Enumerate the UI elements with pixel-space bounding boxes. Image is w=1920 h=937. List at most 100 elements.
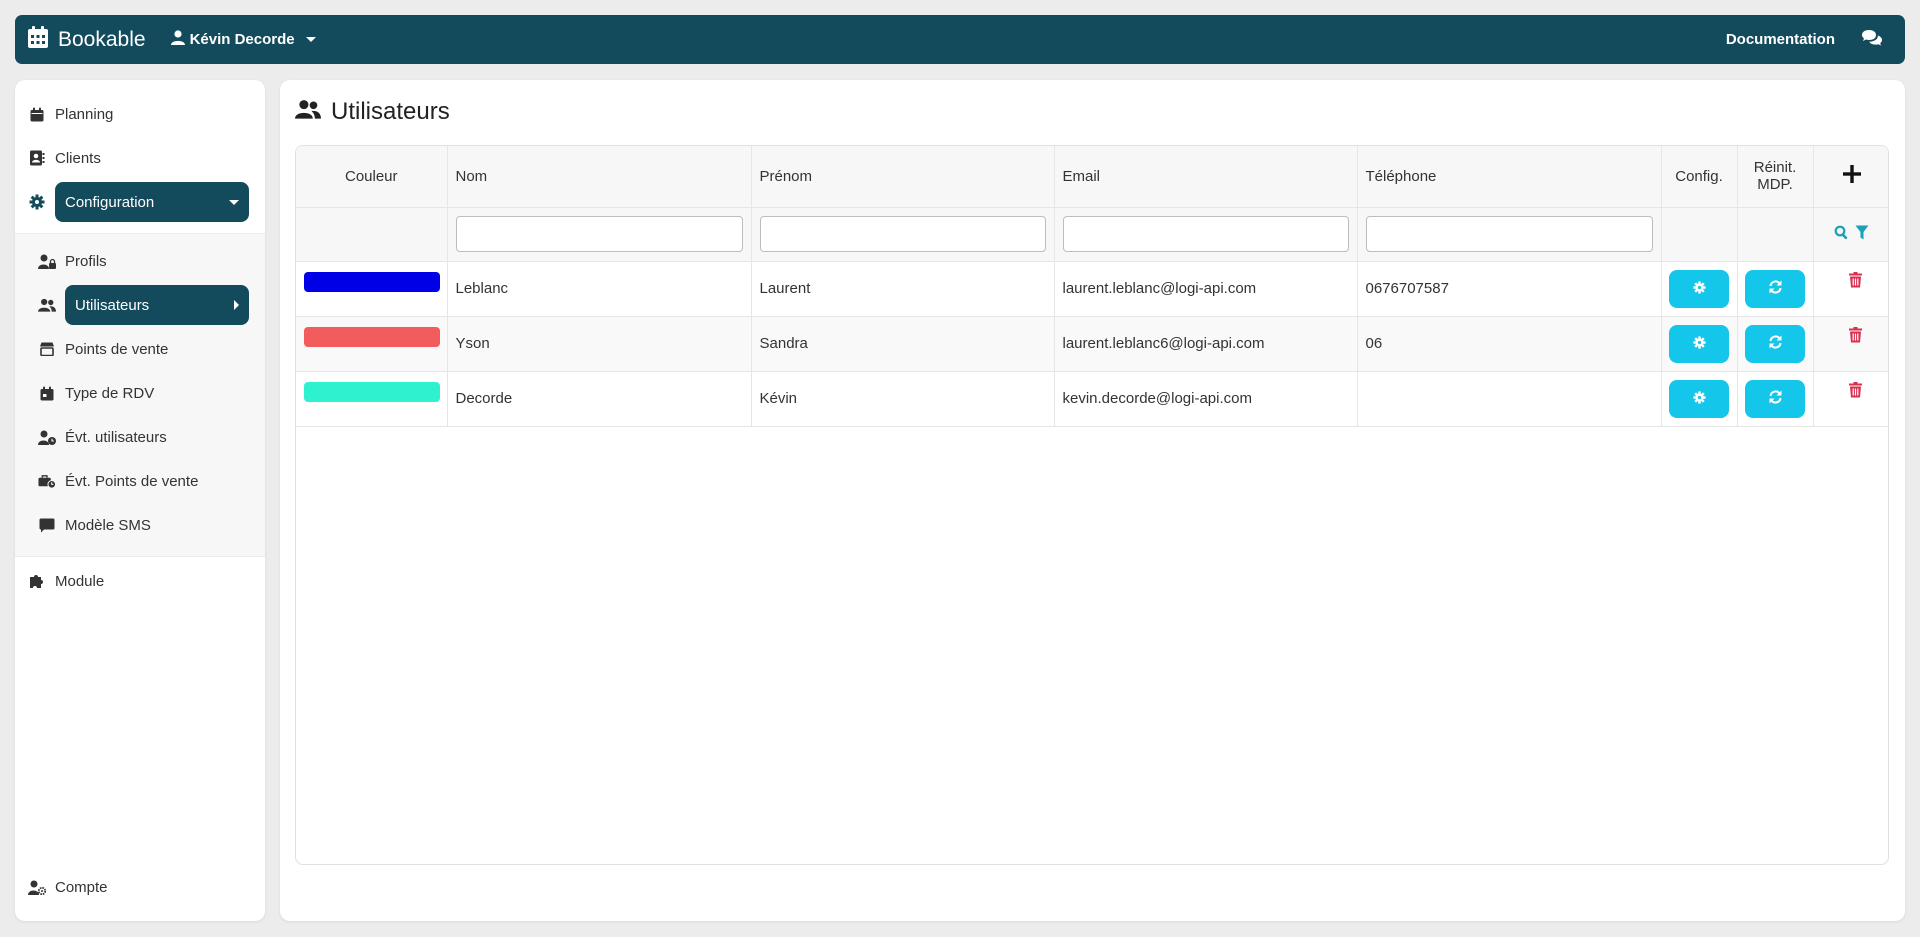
cell-email: laurent.leblanc@logi-api.com	[1054, 261, 1358, 317]
business-time-icon	[38, 472, 56, 490]
sidebar-item-profils[interactable]: Profils	[15, 241, 265, 281]
cell-prenom: Kévin	[751, 371, 1055, 427]
user-lock-icon	[38, 252, 56, 270]
sidebar-item-clients[interactable]: Clients	[15, 138, 265, 178]
filter-email-input[interactable]	[1062, 216, 1349, 252]
color-swatch	[304, 381, 440, 402]
sidebar-item-evt-points-de-vente[interactable]: Évt. Points de vente	[15, 461, 265, 501]
search-icon[interactable]	[1834, 225, 1849, 244]
table-row: Decorde Kévin kevin.decorde@logi-api.com	[296, 371, 1889, 427]
user-icon	[170, 30, 185, 49]
color-swatch	[304, 271, 440, 292]
cell-email: kevin.decorde@logi-api.com	[1054, 371, 1358, 427]
delete-button[interactable]	[1822, 271, 1889, 292]
config-button[interactable]	[1669, 324, 1729, 363]
delete-button[interactable]	[1822, 326, 1889, 347]
trash-icon	[1849, 381, 1863, 402]
users-icon	[295, 98, 321, 126]
filter-cell-config	[1661, 207, 1738, 262]
cell-nom: Leblanc	[447, 261, 752, 317]
header-nom[interactable]: Nom	[447, 146, 752, 208]
reset-password-button[interactable]	[1745, 324, 1805, 363]
calendar-icon	[27, 25, 49, 55]
sidebar-item-label: Configuration	[65, 193, 155, 211]
main-panel: Utilisateurs Couleur Nom Prénom Email Té…	[280, 80, 1905, 921]
cell-prenom: Laurent	[751, 261, 1055, 317]
gear-icon	[1692, 390, 1706, 407]
utilisateurs-pill[interactable]: Utilisateurs	[65, 285, 249, 325]
filter-cell-nom	[447, 207, 752, 262]
sidebar-item-points-de-vente[interactable]: Points de vente	[15, 329, 265, 369]
message-icon	[38, 516, 56, 534]
sidebar-item-label: Évt. Points de vente	[65, 472, 199, 490]
user-name: Kévin Decorde	[189, 31, 295, 48]
header-prenom[interactable]: Prénom	[751, 146, 1055, 208]
trash-icon	[1849, 326, 1863, 347]
config-button[interactable]	[1669, 379, 1729, 418]
sidebar-item-compte[interactable]: Compte	[15, 867, 265, 907]
sidebar-item-modele-sms[interactable]: Modèle SMS	[15, 505, 265, 545]
delete-button[interactable]	[1822, 381, 1889, 402]
documentation-link[interactable]: Documentation	[1726, 31, 1835, 48]
table-row: Leblanc Laurent laurent.leblanc@logi-api…	[296, 261, 1889, 317]
cell-telephone	[1357, 371, 1662, 427]
filter-cell-actions	[1813, 207, 1888, 262]
calendar-day-icon	[38, 384, 56, 402]
reset-password-button[interactable]	[1745, 269, 1805, 308]
sidebar-item-type-rdv[interactable]: Type de RDV	[15, 373, 265, 413]
sidebar-item-utilisateurs[interactable]: Utilisateurs	[15, 285, 265, 325]
filter-cell-telephone	[1357, 207, 1662, 262]
table-row: Yson Sandra laurent.leblanc6@logi-api.co…	[296, 316, 1889, 372]
brand-name: Bookable	[58, 27, 146, 51]
top-navbar: Bookable Kévin Decorde Documentation	[15, 15, 1905, 64]
filter-icon[interactable]	[1855, 225, 1869, 244]
cell-nom: Decorde	[447, 371, 752, 427]
user-menu[interactable]: Kévin Decorde	[170, 30, 316, 49]
users-table: Couleur Nom Prénom Email Téléphone Confi…	[295, 145, 1889, 865]
chat-icon[interactable]	[1861, 29, 1883, 51]
cell-telephone: 0676707587	[1357, 261, 1662, 317]
calendar-icon	[28, 105, 46, 123]
sidebar-item-label: Modèle SMS	[65, 516, 151, 534]
store-icon	[38, 340, 56, 358]
filter-prenom-input[interactable]	[759, 216, 1046, 252]
cell-telephone: 06	[1357, 316, 1662, 372]
refresh-icon	[1768, 335, 1783, 352]
sidebar-item-label: Clients	[55, 149, 101, 167]
user-clock-icon	[38, 428, 56, 446]
page-title-text: Utilisateurs	[331, 98, 450, 125]
sidebar-item-configuration[interactable]: Configuration	[15, 182, 265, 222]
cell-prenom: Sandra	[751, 316, 1055, 372]
cell-email: laurent.leblanc6@logi-api.com	[1054, 316, 1358, 372]
address-book-icon	[28, 149, 46, 167]
sidebar: Planning Clients Configuration Profils U…	[15, 80, 265, 921]
add-user-button[interactable]	[1813, 146, 1888, 208]
sidebar-item-label: Évt. utilisateurs	[65, 428, 167, 446]
configuration-pill[interactable]: Configuration	[55, 182, 249, 222]
sidebar-item-label: Module	[55, 572, 105, 590]
sidebar-item-label: Utilisateurs	[75, 296, 150, 314]
header-config: Config.	[1661, 146, 1738, 208]
reset-password-button[interactable]	[1745, 379, 1805, 418]
filter-cell-couleur	[296, 207, 448, 262]
header-email[interactable]: Email	[1054, 146, 1358, 208]
brand[interactable]: Bookable	[27, 25, 146, 55]
filter-telephone-input[interactable]	[1365, 216, 1653, 252]
sidebar-item-planning[interactable]: Planning	[15, 94, 265, 134]
filter-cell-reinit	[1737, 207, 1814, 262]
sidebar-item-module[interactable]: Module	[15, 561, 265, 601]
chevron-down-icon	[305, 37, 316, 42]
plus-icon	[1842, 165, 1861, 187]
sidebar-item-label: Points de vente	[65, 340, 169, 358]
chevron-down-icon	[229, 199, 239, 205]
config-button[interactable]	[1669, 269, 1729, 308]
user-gear-icon	[28, 878, 46, 896]
sidebar-item-evt-utilisateurs[interactable]: Évt. utilisateurs	[15, 417, 265, 457]
filter-cell-prenom	[751, 207, 1055, 262]
filter-nom-input[interactable]	[455, 216, 743, 252]
header-telephone[interactable]: Téléphone	[1357, 146, 1662, 208]
trash-icon	[1849, 271, 1863, 292]
header-reinit-line1: Réinit.	[1753, 159, 1797, 177]
chevron-right-icon	[234, 300, 239, 310]
header-couleur: Couleur	[296, 146, 448, 208]
